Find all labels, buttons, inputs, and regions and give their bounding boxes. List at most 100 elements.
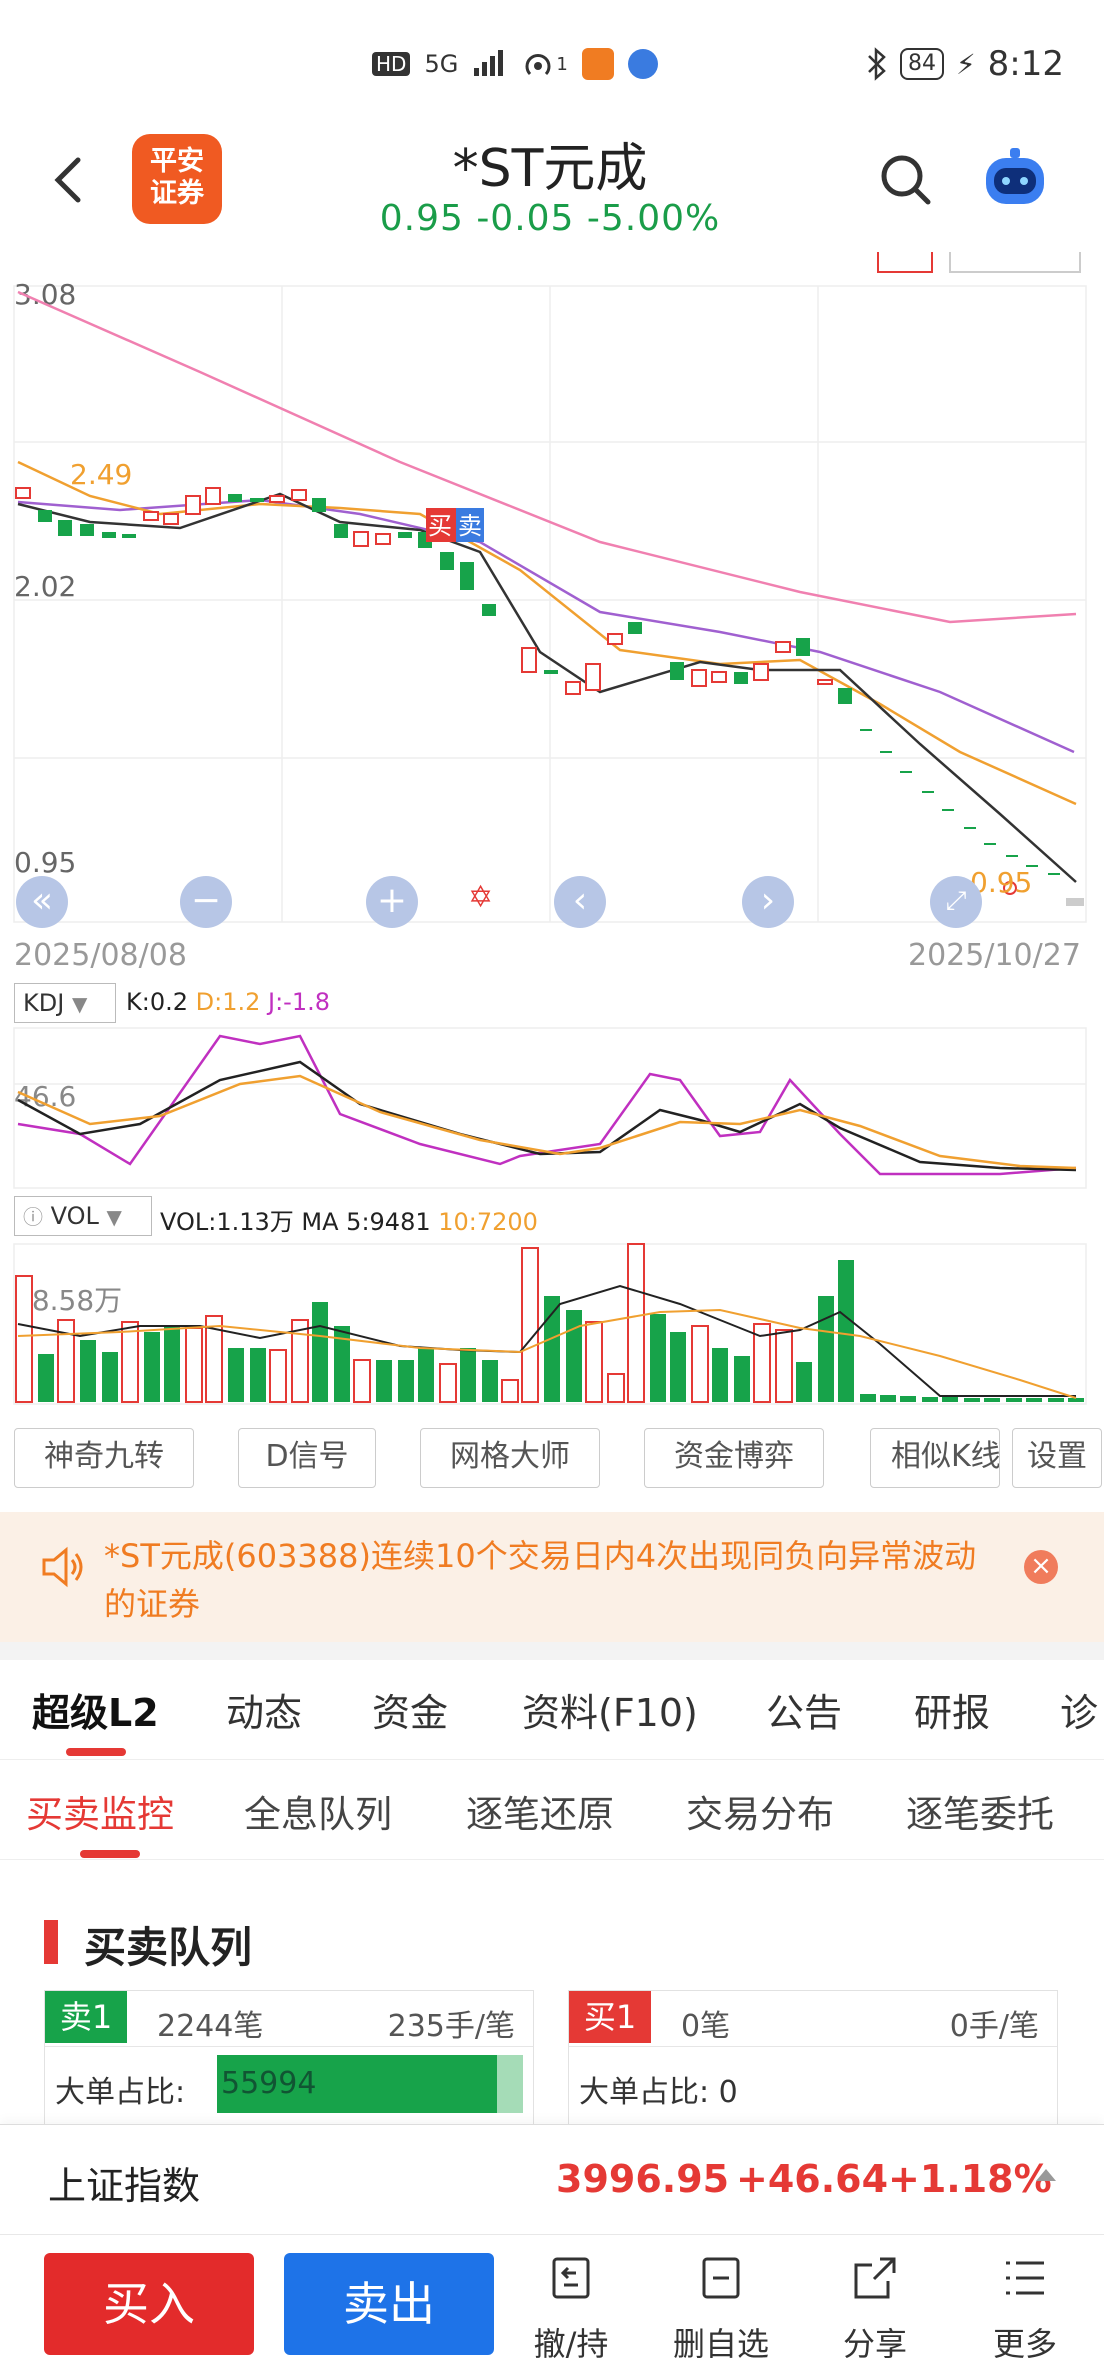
- vol-ma5: MA 5:9481: [301, 1208, 431, 1236]
- svg-text:买: 买: [428, 512, 452, 540]
- more-button[interactable]: 更多: [960, 2253, 1090, 2365]
- index-change: +46.64: [736, 2157, 889, 2201]
- close-icon[interactable]: ×: [1024, 1550, 1058, 1584]
- vol-ma10: 10:7200: [438, 1208, 538, 1236]
- vol-values: VOL:1.13万 MA 5:9481 10:7200: [160, 1202, 538, 1237]
- app-notify-icon-2: [627, 49, 658, 79]
- kline-chart[interactable]: 3.08 2.02 0.95 2.49 买 卖 0.95 « − + ✡ ‹ ›…: [0, 231, 1104, 1032]
- assistant-robot-icon[interactable]: [980, 144, 1050, 214]
- vol-selector[interactable]: ⓘ VOL ▼: [14, 1196, 152, 1236]
- kdj-selector[interactable]: KDJ ▼: [14, 983, 116, 1023]
- charging-icon: ⚡: [955, 47, 976, 81]
- tab-funds[interactable]: 资金: [372, 1682, 448, 1737]
- rewind-icon[interactable]: «: [16, 876, 68, 928]
- ma20-line: [17, 498, 1075, 754]
- battery-icon: 84: [899, 48, 944, 80]
- kdj-chart[interactable]: 46.6: [0, 1024, 1104, 1194]
- zoom-in-icon[interactable]: +: [366, 876, 418, 928]
- buy-queue-card[interactable]: 买1 0笔 0手/笔 大单占比: 0: [568, 1990, 1058, 2130]
- tool-button[interactable]: 神奇九转: [14, 1428, 194, 1488]
- tab-queue[interactable]: 全息队列: [244, 1784, 392, 1838]
- tab-f10[interactable]: 资料(F10): [522, 1682, 698, 1737]
- tool-button[interactable]: D信号: [238, 1428, 376, 1488]
- tool-button[interactable]: 相似K线: [870, 1428, 1000, 1488]
- indicator-tools: 神奇九转 D信号 网格大师 资金博弈 相似K线 设置: [0, 1428, 1104, 1488]
- speaker-icon: [42, 1546, 83, 1588]
- tab-tick-order[interactable]: 逐笔委托: [906, 1784, 1054, 1838]
- hotspot-icon: [525, 54, 551, 76]
- section-divider: [0, 1642, 1104, 1660]
- index-ticker[interactable]: 上证指数 3996.95 +46.64 +1.18%: [0, 2124, 1104, 2234]
- kdj-j: J:-1.8: [268, 988, 331, 1016]
- svg-text:卖: 卖: [458, 512, 482, 540]
- index-pct: +1.18%: [888, 2157, 1052, 2201]
- sell-button[interactable]: 卖出: [284, 2253, 494, 2355]
- cancel-hold-button[interactable]: 撤/持: [506, 2253, 636, 2365]
- sub-tab-indicator: [80, 1850, 140, 1858]
- buy1-count: 0笔: [681, 2009, 731, 2044]
- vol-bars: [15, 1243, 1084, 1403]
- tab-monitor[interactable]: 买卖监控: [26, 1784, 174, 1838]
- y-low-label: 0.95: [14, 846, 76, 879]
- index-value: 3996.95: [556, 2157, 730, 2201]
- date-start: 2025/08/08: [14, 938, 187, 973]
- date-end: 2025/10/27: [908, 938, 1081, 973]
- tab-l2[interactable]: 超级L2: [32, 1682, 159, 1737]
- vol-value: VOL:1.13万: [160, 1208, 294, 1236]
- tab-announcement[interactable]: 公告: [766, 1682, 842, 1737]
- tab-trade-distribution[interactable]: 交易分布: [686, 1784, 834, 1838]
- sell1-per: 235手/笔: [387, 2009, 515, 2044]
- queue-title: 买卖队列: [84, 1923, 253, 1972]
- zoom-out-icon[interactable]: −: [180, 876, 232, 928]
- share-button[interactable]: 分享: [810, 2253, 940, 2365]
- remove-watchlist-icon: [702, 2257, 740, 2299]
- fullscreen-icon[interactable]: ⤢: [930, 876, 982, 928]
- network-indicator: 5G: [424, 50, 459, 78]
- hd-indicator: HD: [372, 52, 411, 76]
- broker-logo: 平安 证券: [132, 134, 222, 224]
- tab-research[interactable]: 研报: [914, 1682, 990, 1737]
- stock-quote: 0.95 -0.05 -5.00%: [379, 198, 721, 239]
- big-order-label: 大单占比: 0: [579, 2075, 738, 2110]
- tab-diagnosis[interactable]: 诊: [1060, 1682, 1098, 1737]
- tab-indicator: [66, 1748, 126, 1756]
- ma5-line: [17, 492, 1077, 883]
- back-icon[interactable]: [40, 150, 100, 210]
- tool-button[interactable]: 资金博弈: [644, 1428, 824, 1488]
- app-notify-icon: [581, 48, 614, 80]
- sell1-tag: 卖1: [45, 1991, 127, 2043]
- ma60-line: [17, 290, 1077, 624]
- vol-chart[interactable]: 18.58万: [0, 1240, 1104, 1410]
- signal-icon: [474, 50, 504, 76]
- stock-header: 平安 证券 *ST元成 0.95 -0.05 -5.00%: [0, 120, 1104, 250]
- status-right: 84 ⚡ 8:12: [866, 44, 1064, 84]
- search-icon[interactable]: [876, 150, 936, 210]
- risk-notice[interactable]: *ST元成(603388)连续10个交易日内4次出现同负向异常波动的证券 ×: [0, 1512, 1104, 1642]
- tool-settings-button[interactable]: 设置: [1012, 1428, 1102, 1488]
- settings-star-icon[interactable]: ✡: [468, 880, 493, 915]
- bottom-nav: 买入 卖出 撤/持 删自选 分享 更多: [0, 2234, 1104, 2376]
- tab-news[interactable]: 动态: [226, 1682, 302, 1737]
- expand-up-icon[interactable]: [1036, 2169, 1056, 2181]
- tool-button[interactable]: 网格大师: [420, 1428, 600, 1488]
- sell-queue-card[interactable]: 卖1 2244笔 235手/笔 大单占比: 55994: [44, 1990, 534, 2130]
- buy-button[interactable]: 买入: [44, 2253, 254, 2355]
- y-mid-label: 2.02: [14, 570, 76, 603]
- status-bar: HD 5G 1 84 ⚡ 8:12: [0, 0, 1104, 120]
- next-icon[interactable]: ›: [742, 876, 794, 928]
- tab-tick-restore[interactable]: 逐笔还原: [466, 1784, 614, 1838]
- stock-name[interactable]: *ST元成: [300, 126, 800, 201]
- clock: 8:12: [987, 44, 1064, 84]
- kdj-d: D:1.2: [195, 988, 261, 1016]
- buy1-tag: 买1: [569, 1991, 651, 2043]
- sell1-count: 2244笔: [157, 2009, 264, 2044]
- kdj-level-label: 46.6: [14, 1080, 76, 1113]
- main-tabs: 超级L2 动态 资金 资料(F10) 公告 研报 诊: [0, 1660, 1104, 1760]
- big-order-label: 大单占比:: [55, 2075, 186, 2110]
- prev-icon[interactable]: ‹: [554, 876, 606, 928]
- sim-tag: 1: [556, 53, 568, 75]
- notice-text: *ST元成(603388)连续10个交易日内4次出现同负向异常波动的证券: [104, 1537, 977, 1623]
- kdj-k: K:0.2: [126, 988, 188, 1016]
- big-order-bar: 55994: [217, 2055, 523, 2113]
- remove-watchlist-button[interactable]: 删自选: [656, 2253, 786, 2365]
